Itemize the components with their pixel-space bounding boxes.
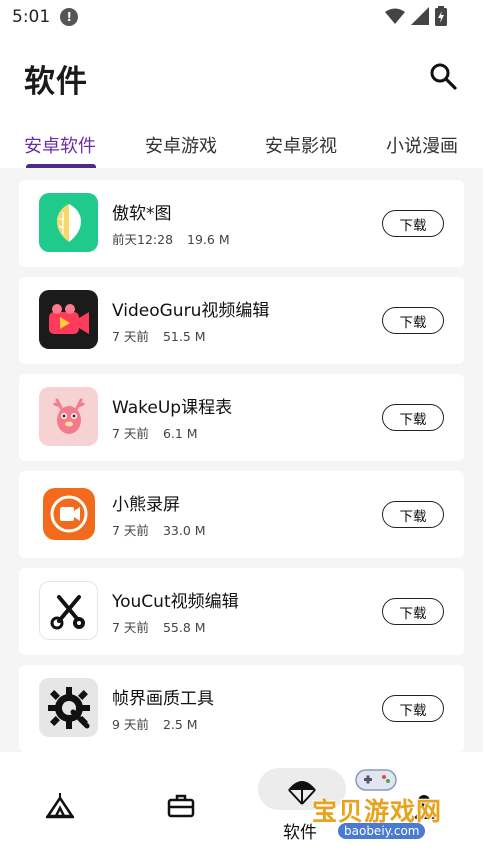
nav-home[interactable] [30,772,90,842]
list-item[interactable]: YouCut视频编辑 7 天前 55.8 M 下载 [19,568,464,655]
list-item[interactable]: 帧界画质工具 9 天前 2.5 M 下载 [19,665,464,752]
gear-wrench-icon [39,678,98,737]
xiaoxiong-record-icon [39,484,98,543]
app-time: 7 天前 [112,426,149,441]
app-name: 帧界画质工具 [112,689,214,709]
status-time: 5:01 [12,7,51,27]
app-time: 7 天前 [112,523,149,538]
tab-android-software[interactable]: 安卓软件 [24,132,96,158]
download-button[interactable]: 下载 [382,501,444,528]
watermark-logo: 宝贝游戏网 baobeiy.com [312,766,472,856]
app-size: 33.0 M [162,523,206,538]
watermark-url: baobeiy.com [338,823,426,839]
app-size: 6.1 M [162,426,198,441]
app-time: 前天12:28 [112,232,174,247]
list-item[interactable]: WakeUp课程表 7 天前 6.1 M 下载 [19,374,464,461]
app-meta: 7 天前 33.0 M [112,520,206,539]
list-item[interactable]: 小熊录屏 7 天前 33.0 M 下载 [19,471,464,558]
app-meta: 7 天前 55.8 M [112,617,206,636]
videoguru-camera-icon [39,290,98,349]
category-tabs: 安卓软件 安卓游戏 安卓影视 小说漫画 [0,120,483,168]
download-button[interactable]: 下载 [382,695,444,722]
app-name: VideoGuru视频编辑 [112,301,270,321]
app-header: 软件 [0,34,483,120]
youcut-scissors-icon [39,581,98,640]
list-item[interactable]: VideoGuru视频编辑 7 天前 51.5 M 下载 [19,277,464,364]
download-button[interactable]: 下载 [382,307,444,334]
app-name: YouCut视频编辑 [112,592,239,612]
app-time: 9 天前 [112,717,149,732]
briefcase-icon [167,794,195,818]
app-meta: 前天12:28 19.6 M [112,229,230,248]
download-button[interactable]: 下载 [382,404,444,431]
signal-icon [411,7,429,25]
app-name: WakeUp课程表 [112,398,233,418]
app-meta: 7 天前 51.5 M [112,326,206,345]
tent-icon [46,793,74,819]
app-size: 55.8 M [162,620,206,635]
app-meta: 7 天前 6.1 M [112,423,198,442]
app-time: 7 天前 [112,620,149,635]
app-size: 51.5 M [162,329,206,344]
battery-icon [435,6,447,26]
page-title: 软件 [24,64,88,100]
list-item[interactable]: 傲软*图 前天12:28 19.6 M 下载 [19,180,464,267]
app-time: 7 天前 [112,329,149,344]
wifi-icon [385,8,405,24]
info-icon: ! [60,8,79,26]
app-size: 19.6 M [187,232,230,247]
search-button[interactable] [427,60,459,92]
aoruan-leaf-icon [39,193,98,252]
gamepad-icon [355,769,397,791]
download-button[interactable]: 下载 [382,598,444,625]
download-button[interactable]: 下载 [382,210,444,237]
nav-games[interactable] [151,772,211,842]
app-list: 傲软*图 前天12:28 19.6 M 下载 VideoGuru视频编辑 7 天前… [0,168,483,752]
app-size: 2.5 M [162,717,198,732]
tab-novel-comics[interactable]: 小说漫画 [386,132,458,158]
app-name: 小熊录屏 [112,495,180,515]
tab-android-games[interactable]: 安卓游戏 [145,132,217,158]
app-meta: 9 天前 2.5 M [112,714,198,733]
status-icons [385,6,447,26]
tab-android-video[interactable]: 安卓影视 [265,132,337,158]
wakeup-deer-icon [39,387,98,446]
app-name: 傲软*图 [112,204,172,224]
search-icon [430,63,457,90]
status-bar: 5:01 ! [0,0,483,34]
